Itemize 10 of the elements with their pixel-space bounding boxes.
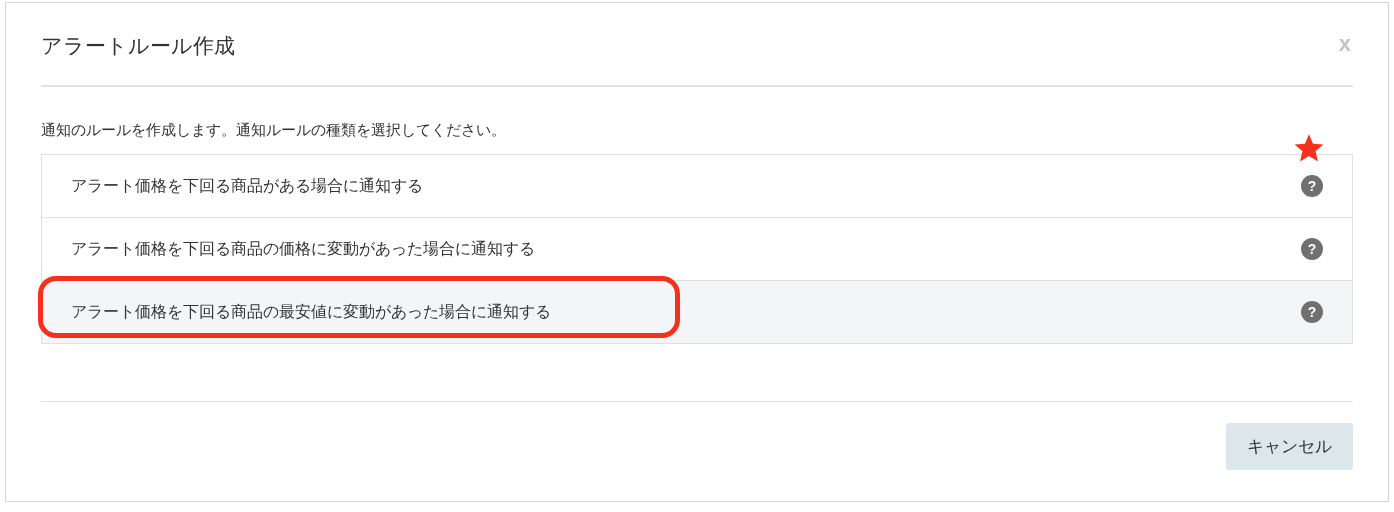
cancel-button[interactable]: キャンセル [1226,423,1353,470]
help-icon[interactable]: ? [1301,238,1323,260]
option-label: アラート価格を下回る商品の最安値に変動があった場合に通知する [71,301,551,323]
option-label: アラート価格を下回る商品の価格に変動があった場合に通知する [71,238,535,260]
dialog-title: アラートルール作成 [41,33,235,60]
option-label: アラート価格を下回る商品がある場合に通知する [71,175,423,197]
rule-option[interactable]: アラート価格を下回る商品の最安値に変動があった場合に通知する ? [42,281,1352,343]
help-icon[interactable]: ? [1301,301,1323,323]
description-text: 通知のルールを作成します。通知ルールの種類を選択してください。 [41,121,507,140]
help-icon[interactable]: ? [1301,175,1323,197]
